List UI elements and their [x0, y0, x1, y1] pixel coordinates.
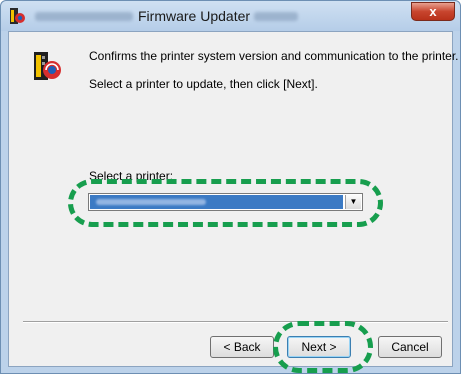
cancel-button[interactable]: Cancel — [378, 336, 442, 358]
title-version-redacted — [254, 12, 298, 21]
printer-update-icon — [34, 52, 61, 80]
next-button-highlight — [273, 321, 373, 373]
firmware-updater-window: Firmware Updater x Confirms the printer … — [0, 0, 461, 374]
title-bar[interactable]: Firmware Updater x — [1, 1, 460, 31]
close-button[interactable]: x — [411, 2, 455, 21]
dialog-content: Confirms the printer system version and … — [8, 31, 459, 373]
printer-select-highlight — [68, 179, 383, 227]
button-divider — [23, 321, 448, 323]
back-button[interactable]: < Back — [210, 336, 274, 358]
printer-app-icon — [10, 8, 25, 24]
description-text: Confirms the printer system version and … — [89, 49, 459, 63]
window-title: Firmware Updater — [138, 8, 251, 24]
title-product-name-redacted — [35, 12, 133, 21]
instruction-text: Select a printer to update, then click [… — [89, 77, 318, 91]
